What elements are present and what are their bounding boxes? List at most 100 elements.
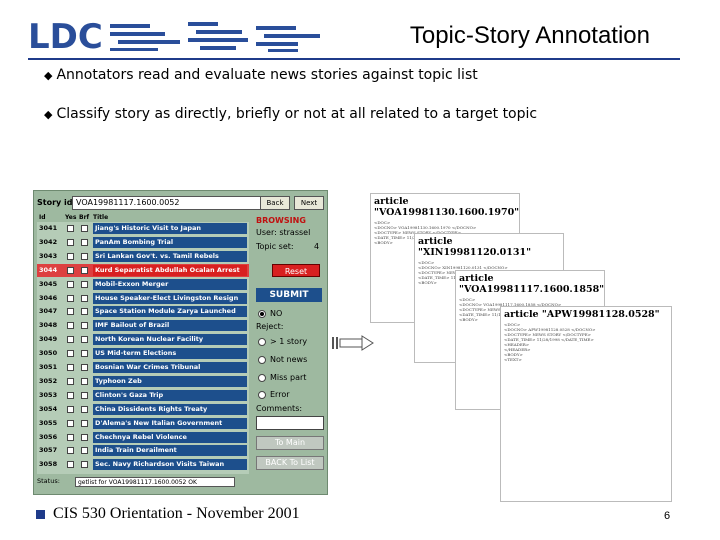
story-id-select[interactable]: VOA19981117.1600.0052 — [72, 196, 280, 210]
table-row[interactable]: 3045 Mobil-Exxon Merger — [37, 278, 249, 291]
brief-checkbox[interactable] — [81, 294, 88, 302]
row-title: Space Station Module Zarya Launched — [93, 306, 247, 318]
page-number: 6 — [664, 510, 671, 522]
row-title: India Train Derailment — [93, 445, 247, 457]
brief-checkbox[interactable] — [81, 225, 88, 232]
yes-checkbox[interactable] — [67, 280, 74, 288]
table-row[interactable]: 3046 House Speaker-Elect Livingston Resig… — [37, 292, 249, 305]
submit-button[interactable]: SUBMIT — [256, 288, 322, 302]
table-row[interactable]: 3049 North Korean Nuclear Facility — [37, 333, 249, 346]
table-row[interactable]: 3041 Jiang's Historic Visit to Japan — [37, 222, 249, 235]
table-row[interactable]: 3058 Sec. Navy Richardson Visits Taiwan — [37, 458, 249, 471]
brief-checkbox[interactable] — [81, 447, 88, 455]
row-id: 3056 — [39, 432, 58, 441]
yes-checkbox[interactable] — [67, 336, 74, 344]
row-title: Chechnya Rebel Violence — [93, 431, 247, 443]
ldc-logo: LDC — [28, 17, 320, 57]
status-value: getlist for VOA19981117.1600.0052 OK — [75, 477, 235, 487]
yes-checkbox[interactable] — [67, 308, 74, 316]
row-title: North Korean Nuclear Facility — [93, 334, 247, 346]
no-radio[interactable] — [258, 310, 266, 318]
col-brf: Brf — [79, 214, 90, 221]
yes-checkbox[interactable] — [67, 377, 74, 385]
table-row[interactable]: 3056 Chechnya Rebel Violence — [37, 431, 249, 444]
user-label: User: strassel — [256, 228, 311, 237]
table-row[interactable]: 3054 China Dissidents Rights Treaty — [37, 403, 249, 416]
yes-checkbox[interactable] — [67, 419, 74, 427]
brief-checkbox[interactable] — [81, 391, 88, 399]
table-row[interactable]: 3043 Sri Lankan Gov't. vs. Tamil Rebels — [37, 250, 249, 263]
yes-checkbox[interactable] — [67, 433, 74, 441]
row-title: Typhoon Zeb — [93, 375, 247, 387]
comments-label: Comments: — [256, 404, 303, 413]
brief-checkbox[interactable] — [81, 350, 88, 358]
reject-not-news-radio[interactable] — [258, 356, 266, 364]
footer: CIS 530 Orientation - November 2001 — [36, 505, 300, 523]
col-title: Title — [93, 214, 109, 221]
page-title: Topic-Story Annotation — [409, 22, 650, 49]
brief-checkbox[interactable] — [81, 280, 88, 288]
next-button[interactable]: Next — [294, 196, 324, 210]
brief-checkbox[interactable] — [81, 364, 88, 371]
brief-checkbox[interactable] — [81, 433, 88, 441]
yes-checkbox[interactable] — [67, 294, 74, 302]
yes-checkbox[interactable] — [67, 238, 74, 246]
control-panel: BROWSING User: strassel Topic set: 4 Res… — [252, 214, 327, 474]
row-id: 3046 — [39, 293, 58, 302]
reject-multi-story-radio[interactable] — [258, 338, 266, 346]
topic-list[interactable]: 3041 Jiang's Historic Visit to Japan 3042 P… — [37, 222, 249, 474]
bullet-1: ◆ Annotators read and evaluate news stori… — [44, 67, 478, 83]
to-main-button[interactable]: To Main — [256, 436, 324, 450]
brief-checkbox[interactable] — [81, 252, 88, 260]
table-row[interactable]: 3047 Space Station Module Zarya Launched — [37, 305, 249, 318]
yes-checkbox[interactable] — [67, 461, 74, 469]
yes-checkbox[interactable] — [67, 266, 74, 274]
table-row[interactable]: 3057 India Train Derailment — [37, 444, 249, 457]
row-title: Jiang's Historic Visit to Japan — [93, 223, 247, 234]
mode-label: BROWSING — [256, 216, 306, 225]
col-yes: Yes — [65, 214, 77, 221]
yes-checkbox[interactable] — [67, 350, 74, 358]
back-to-list-button[interactable]: BACK To List — [256, 456, 324, 470]
story-id-label: Story id — [37, 198, 73, 207]
brief-checkbox[interactable] — [81, 238, 88, 246]
table-row[interactable]: 3048 IMF Bailout of Brazil — [37, 319, 249, 332]
brief-checkbox[interactable] — [81, 266, 88, 274]
brief-checkbox[interactable] — [81, 336, 88, 344]
yes-checkbox[interactable] — [67, 252, 74, 260]
table-row[interactable]: 3051 Bosnian War Crimes Tribunal — [37, 361, 249, 374]
brief-checkbox[interactable] — [81, 461, 88, 469]
brief-checkbox[interactable] — [81, 322, 88, 330]
row-title: Bosnian War Crimes Tribunal — [93, 362, 247, 373]
table-row[interactable]: 3042 PanAm Bombing Trial — [37, 236, 249, 249]
table-row[interactable]: 3044 Kurd Separatist Abdullah Ocalan Arre… — [37, 263, 249, 278]
yes-checkbox[interactable] — [67, 322, 74, 330]
row-id: 3057 — [39, 446, 58, 455]
diamond-bullet-icon: ◆ — [44, 69, 53, 82]
table-row[interactable]: 3052 Typhoon Zeb — [37, 375, 249, 388]
col-id: Id — [39, 214, 46, 221]
brief-checkbox[interactable] — [81, 419, 88, 427]
row-id: 3041 — [39, 224, 58, 232]
brief-checkbox[interactable] — [81, 377, 88, 385]
yes-checkbox[interactable] — [67, 405, 74, 413]
reject-miss-part-radio[interactable] — [258, 374, 266, 382]
yes-checkbox[interactable] — [67, 447, 74, 455]
reset-button[interactable]: Reset — [272, 264, 320, 277]
article-heading: article "VOA19981117.1600.1858" — [459, 273, 605, 295]
row-id: 3050 — [39, 349, 58, 358]
reject-error-radio[interactable] — [258, 391, 266, 399]
yes-checkbox[interactable] — [67, 225, 74, 232]
table-row[interactable]: 3055 D'Alema's New Italian Government — [37, 417, 249, 430]
table-row[interactable]: 3053 Clinton's Gaza Trip — [37, 389, 249, 402]
yes-checkbox[interactable] — [67, 364, 74, 371]
brief-checkbox[interactable] — [81, 308, 88, 316]
yes-checkbox[interactable] — [67, 391, 74, 399]
comments-input[interactable] — [256, 416, 324, 430]
arrow-right-icon — [332, 335, 374, 351]
table-row[interactable]: 3050 US Mid-term Elections — [37, 347, 249, 360]
row-title: Kurd Separatist Abdullah Ocalan Arrest — [93, 264, 247, 276]
back-button[interactable]: Back — [260, 196, 290, 210]
bullet-text: Classify story as directly, briefly or n… — [56, 106, 538, 122]
brief-checkbox[interactable] — [81, 405, 88, 413]
